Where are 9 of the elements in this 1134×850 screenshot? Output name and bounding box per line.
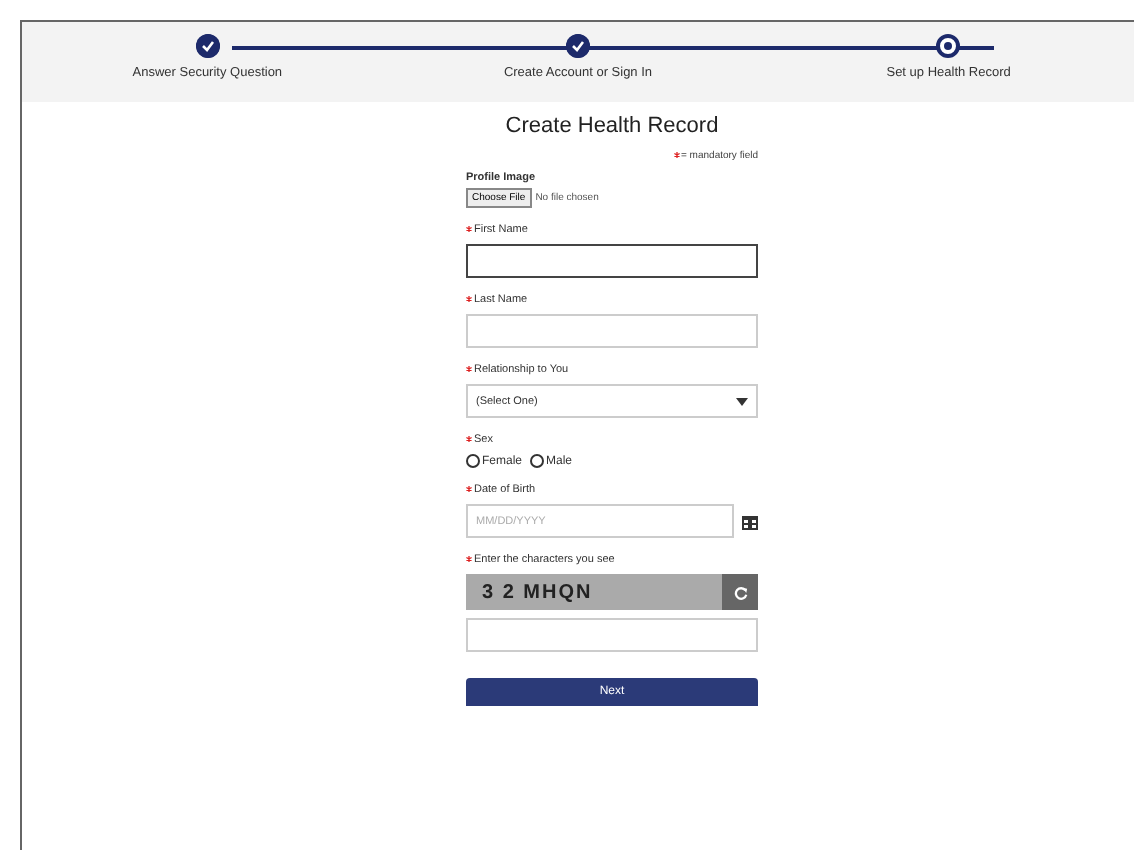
calendar-icon[interactable] xyxy=(742,513,758,529)
captcha-field[interactable] xyxy=(466,618,758,652)
page-title: Create Health Record xyxy=(503,114,721,138)
refresh-icon xyxy=(733,585,747,599)
captcha-image: 3 2 MHQN xyxy=(466,574,722,610)
text-field[interactable] xyxy=(466,244,758,278)
refresh-button[interactable] xyxy=(722,574,758,610)
caret-icon xyxy=(736,397,748,405)
required-icon xyxy=(673,151,679,157)
